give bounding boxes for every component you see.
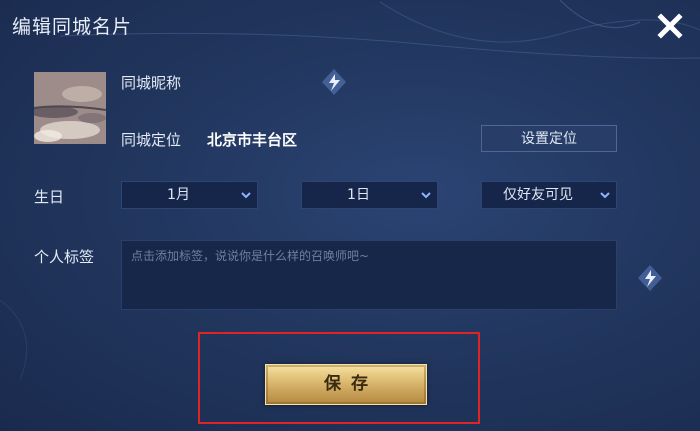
month-select[interactable]: 1月 (121, 181, 258, 209)
set-location-button[interactable]: 设置定位 (481, 125, 617, 152)
tags-label: 个人标签 (34, 248, 95, 266)
location-label: 同城定位 (121, 131, 182, 149)
birthday-label: 生日 (34, 188, 65, 206)
dialog-title: 编辑同城名片 (12, 16, 133, 38)
tags-placeholder: 点击添加标签，说说你是什么样的召唤师吧~ (131, 249, 370, 263)
avatar-image (34, 72, 106, 144)
chevron-down-icon (421, 192, 431, 199)
avatar[interactable] (34, 72, 106, 144)
tags-input[interactable]: 点击添加标签，说说你是什么样的召唤师吧~ (121, 240, 617, 310)
edit-card-dialog: 编辑同城名片 同城昵称 同城定位 北京市丰台区 设置定位 生日 1月 1日 仅好… (0, 0, 700, 431)
edit-nickname-icon[interactable] (318, 66, 350, 98)
day-value: 1日 (347, 187, 370, 203)
visibility-value: 仅好友可见 (503, 187, 573, 203)
visibility-select[interactable]: 仅好友可见 (481, 181, 617, 209)
chevron-down-icon (241, 192, 251, 199)
save-button[interactable]: 保存 (265, 364, 427, 405)
nickname-label: 同城昵称 (121, 74, 182, 92)
chevron-down-icon (600, 192, 610, 199)
location-value: 北京市丰台区 (207, 131, 298, 149)
month-value: 1月 (167, 187, 190, 203)
close-icon[interactable] (650, 6, 690, 46)
edit-tags-icon[interactable] (634, 262, 666, 294)
day-select[interactable]: 1日 (301, 181, 438, 209)
